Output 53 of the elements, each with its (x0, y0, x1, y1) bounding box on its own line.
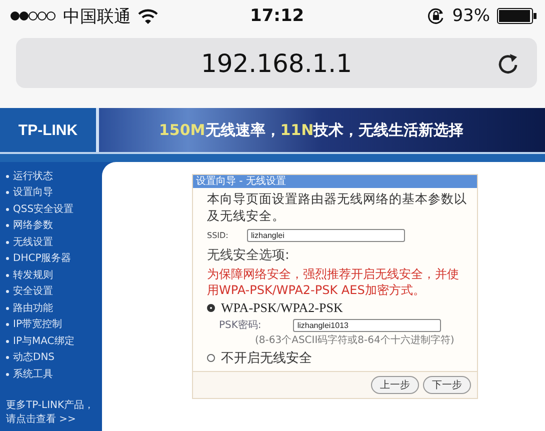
wizard-button[interactable]: 下一步 (423, 376, 471, 394)
wifi-icon (138, 8, 158, 24)
sidebar-link[interactable]: 动态DNS (13, 351, 55, 364)
radio-button[interactable] (207, 304, 215, 312)
rotation-lock-icon (427, 7, 446, 25)
banner-slogan: 150M无线速率，11N技术，无线生活新选择 (159, 120, 464, 140)
bullet-icon (6, 257, 9, 260)
intro-text: 本向导页面设置路由器无线网络的基本参数以及无线安全。 (207, 190, 467, 224)
ssid-field[interactable]: lizhanglei (247, 229, 405, 242)
password-field[interactable]: lizhanglei1013 (293, 318, 442, 332)
bullet-icon (6, 191, 9, 194)
sidebar-link[interactable]: 系统工具 (13, 368, 53, 381)
security-heading: 无线安全选项: (207, 247, 290, 264)
ssid-label: SSID: (207, 231, 229, 240)
password-label: PSK密码: (219, 318, 262, 332)
sidebar-link[interactable]: 安全设置 (13, 285, 53, 298)
sidebar-link[interactable]: DHCP服务器 (13, 252, 72, 266)
sidebar-link[interactable]: 网络参数 (13, 219, 53, 232)
radio-button[interactable] (207, 354, 215, 362)
more-products-link[interactable]: 更多TP-LINK产品， (6, 398, 102, 412)
password-hint: (8-63个ASCII码字符或8-64个十六进制字符) (255, 334, 456, 347)
clock-time: 17:12 (250, 6, 304, 26)
battery-icon (497, 8, 537, 24)
option-label[interactable]: 不开启无线安全 (221, 349, 312, 367)
bullet-icon (6, 290, 9, 294)
bullet-icon (6, 306, 9, 310)
sidebar-link[interactable]: QSS安全设置 (13, 202, 74, 216)
bullet-icon (6, 323, 9, 326)
bullet-icon (6, 174, 9, 178)
warning-text: 为保障网络安全，强烈推荐开启无线安全，并使用WPA-PSK/WPA2-PSK AES加密方式。 (207, 266, 460, 298)
bullet-icon (6, 356, 9, 360)
wizard-button[interactable]: 上一步 (371, 376, 419, 394)
sidebar-link[interactable]: 运行状态 (13, 170, 53, 183)
address-bar[interactable]: 192.168.1.1 (16, 38, 537, 88)
sidebar-link[interactable]: 无线设置 (13, 236, 53, 249)
bullet-icon (6, 340, 9, 343)
bullet-icon (6, 224, 9, 228)
carrier-name: 中国联通 (63, 6, 131, 28)
sidebar-link[interactable]: 转发规则 (13, 268, 53, 282)
signal-icon (10, 11, 56, 21)
bullet-icon (6, 240, 9, 244)
option-label[interactable]: WPA-PSK/WPA2-PSK (221, 300, 343, 316)
bullet-icon (6, 208, 9, 211)
bullet-icon (6, 274, 9, 277)
sidebar-link[interactable]: 设置向导 (13, 186, 53, 200)
battery-percent: 93% (452, 6, 490, 26)
bullet-icon (6, 372, 9, 376)
reload-icon[interactable] (497, 51, 519, 75)
panel-title: 设置向导 - 无线设置 (193, 175, 477, 188)
sidebar-link[interactable]: IP带宽控制 (13, 318, 62, 332)
sidebar-link[interactable]: 路由功能 (13, 302, 53, 315)
more-products-link[interactable]: 请点击查看 >> (6, 412, 102, 426)
sidebar-link[interactable]: IP与MAC绑定 (13, 334, 74, 348)
